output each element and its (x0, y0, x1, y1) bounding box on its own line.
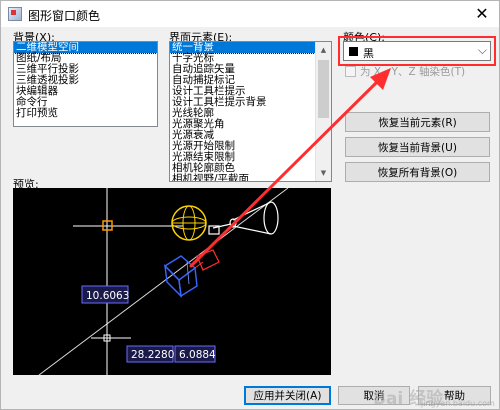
title-bar: 图形窗口颜色 ✕ (1, 1, 499, 27)
scroll-up-icon[interactable]: ▲ (316, 42, 331, 58)
dialog-window: 图形窗口颜色 ✕ 背景(X): 二维模型空间 图纸/布局 三维平行投影 三维透视投影块… (0, 0, 500, 410)
window-title: 图形窗口颜色 (28, 9, 101, 23)
camera-cone (208, 201, 279, 235)
dimension-text-3: 6.0884 (179, 349, 216, 361)
scroll-thumb[interactable] (318, 60, 329, 118)
elements-list-item[interactable]: 相机视野/平截面 (170, 174, 315, 182)
elements-listbox[interactable]: 统一背景 十字光标 自动追踪矢量 自动捕捉标记 设计工具栏提示 设计工具栏提示背景 光线轮廓… (169, 41, 332, 182)
restore-all-button[interactable]: 恢复所有背景(O) (345, 162, 490, 182)
watermark-url: jingyan.baidu.com (421, 399, 495, 408)
apply-close-button[interactable]: 应用并关闭(A) (244, 386, 331, 405)
close-icon[interactable]: ✕ (471, 4, 493, 24)
tint-checkbox[interactable] (345, 66, 356, 77)
annotation-highlight-box (338, 36, 496, 66)
app-icon (8, 7, 22, 21)
context-list-item[interactable]: 打印预览 (14, 108, 157, 119)
context-listbox[interactable]: 二维模型空间 图纸/布局 三维平行投影 三维透视投影 块编辑器 命令行 打印预览 (13, 41, 158, 127)
camera-body (163, 249, 220, 298)
preview-drawing: 10.6063 28.2280 6.0884 (38, 188, 289, 375)
light-sphere (171, 205, 207, 241)
elements-scrollbar[interactable]: ▲ ▼ (315, 42, 331, 181)
preview-canvas: 10.6063 28.2280 6.0884 (13, 188, 331, 375)
restore-context-button[interactable]: 恢复当前背景(U) (345, 137, 490, 157)
scroll-down-icon[interactable]: ▼ (316, 165, 331, 181)
tint-label: 为 X、Y、Z 轴染色(T) (360, 66, 466, 78)
dimension-text-1: 10.6063 (86, 290, 129, 302)
restore-element-button[interactable]: 恢复当前元素(R) (345, 112, 490, 132)
dimension-text-2: 28.2280 (131, 349, 174, 361)
